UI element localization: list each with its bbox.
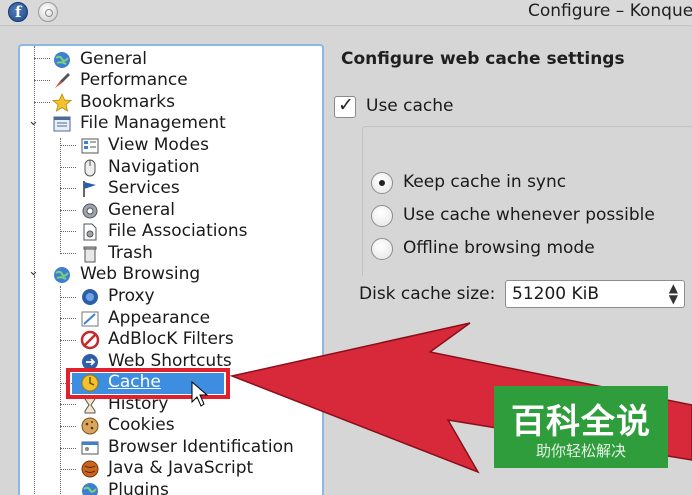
watermark-badge: 百科全说 助你轻松解决 [494, 386, 668, 468]
watermark-sub-text: 助你轻松解决 [535, 442, 626, 460]
watermark-main-text: 百科全说 [511, 402, 651, 442]
mouse-cursor-icon [191, 380, 209, 407]
